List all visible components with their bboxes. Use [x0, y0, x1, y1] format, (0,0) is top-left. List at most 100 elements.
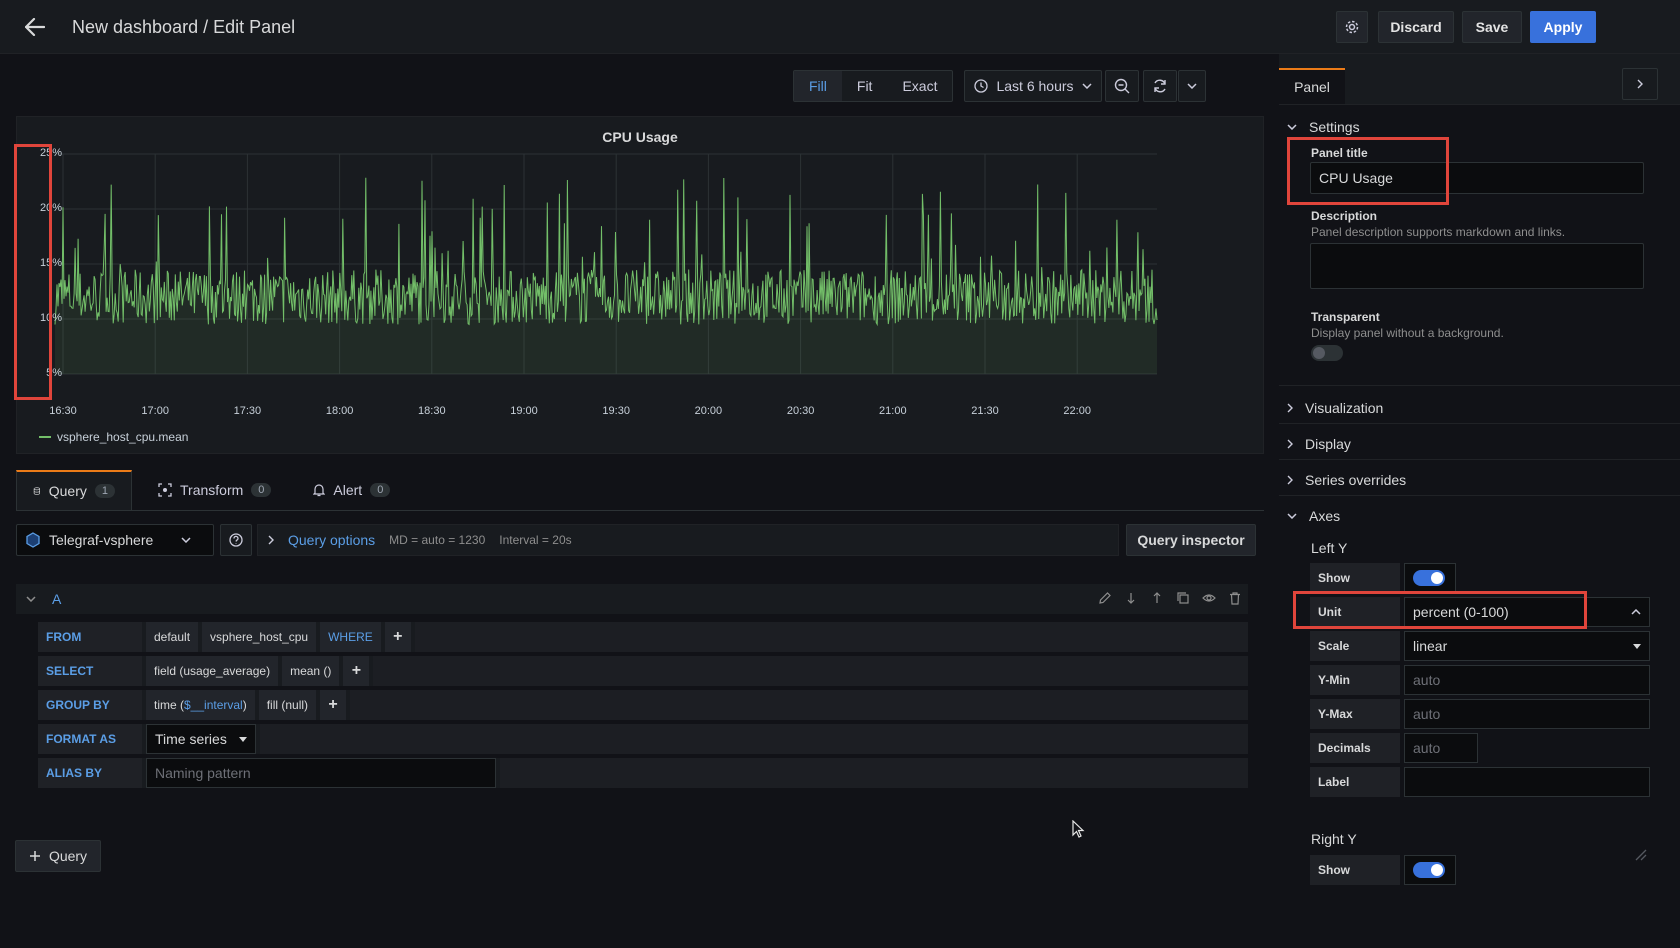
- chevron-up-icon: [1631, 609, 1641, 615]
- options-pane-body: Settings Panel title CPU Usage Descripti…: [1279, 104, 1680, 948]
- row-filler: [414, 622, 1248, 652]
- query-row-actions: [1098, 591, 1242, 605]
- section-divider: [1279, 385, 1680, 386]
- left-show-toggle[interactable]: [1413, 570, 1445, 586]
- toggle-knob: [1431, 572, 1443, 584]
- ymax-input[interactable]: auto: [1404, 699, 1650, 729]
- format-keyword: FORMAT AS: [38, 724, 142, 754]
- zoom-out-button[interactable]: [1105, 70, 1139, 102]
- caret-down-icon: [239, 736, 247, 742]
- toggle-knob: [1431, 864, 1443, 876]
- time-group-segment[interactable]: time ($__interval): [146, 690, 255, 720]
- add-groupby-button[interactable]: +: [320, 690, 347, 720]
- apply-button[interactable]: Apply: [1530, 11, 1596, 43]
- aggregation-segment[interactable]: mean (): [282, 656, 340, 686]
- edit-icon[interactable]: [1098, 591, 1112, 605]
- time-range-picker[interactable]: Last 6 hours: [964, 70, 1102, 102]
- query-inspector-button[interactable]: Query inspector: [1126, 524, 1256, 556]
- query-row-header[interactable]: A: [16, 584, 1248, 614]
- settings-section-header[interactable]: Settings: [1287, 119, 1360, 135]
- right-show-toggle[interactable]: [1413, 862, 1445, 878]
- add-query-button[interactable]: Query: [15, 840, 101, 872]
- chevron-right-icon: [1637, 79, 1643, 89]
- panel-settings-button[interactable]: [1336, 11, 1368, 43]
- field-segment[interactable]: field (usage_average): [146, 656, 279, 686]
- toggle-knob: [1313, 347, 1325, 359]
- alias-input[interactable]: [146, 758, 496, 788]
- move-down-icon[interactable]: [1124, 591, 1138, 605]
- scale-select[interactable]: linear: [1404, 631, 1650, 661]
- resize-handle-icon[interactable]: [1633, 847, 1647, 861]
- measurement-segment[interactable]: vsphere_host_cpu: [202, 622, 317, 652]
- display-section-header[interactable]: Display: [1287, 436, 1351, 452]
- x-tick-label: 18:30: [418, 405, 446, 417]
- row-filler: [500, 758, 1248, 788]
- x-tick-label: 21:00: [879, 405, 907, 417]
- save-button[interactable]: Save: [1462, 11, 1522, 43]
- format-select[interactable]: Time series: [146, 724, 256, 754]
- help-button[interactable]: [220, 524, 252, 556]
- where-keyword: WHERE: [320, 622, 381, 652]
- fit-mode-button[interactable]: Fit: [842, 71, 888, 101]
- add-select-button[interactable]: +: [343, 656, 370, 686]
- x-tick-label: 20:30: [786, 405, 815, 417]
- refresh-button[interactable]: [1143, 70, 1177, 102]
- caret-down-icon: [1633, 643, 1641, 649]
- visualization-section-header[interactable]: Visualization: [1287, 400, 1383, 416]
- tabs-divider: [16, 510, 1264, 511]
- x-tick-label: 21:30: [971, 405, 999, 417]
- select-keyword: SELECT: [38, 656, 142, 686]
- tab-panel[interactable]: Panel: [1279, 68, 1345, 104]
- axes-label: Axes: [1309, 508, 1341, 524]
- legend-item[interactable]: vsphere_host_cpu.mean: [39, 430, 188, 444]
- tab-query[interactable]: Query 1: [16, 470, 132, 510]
- visualization-label: Visualization: [1305, 400, 1384, 416]
- eye-icon[interactable]: [1202, 591, 1216, 605]
- clock-icon: [974, 79, 989, 93]
- datasource-picker[interactable]: Telegraf-vsphere: [16, 524, 214, 556]
- refresh-interval-dropdown[interactable]: [1178, 70, 1206, 102]
- axis-label-input[interactable]: [1404, 767, 1650, 797]
- collapse-options-button[interactable]: [1622, 68, 1658, 100]
- copy-icon[interactable]: [1176, 591, 1190, 605]
- move-up-icon[interactable]: [1150, 591, 1164, 605]
- add-where-button[interactable]: +: [384, 622, 411, 652]
- back-button[interactable]: [20, 12, 50, 42]
- format-value: Time series: [155, 731, 227, 747]
- discard-button[interactable]: Discard: [1378, 11, 1454, 43]
- series-overrides-label: Series overrides: [1305, 472, 1407, 488]
- x-tick-label: 17:30: [233, 405, 262, 417]
- axis-label-label: Label: [1310, 767, 1400, 797]
- max-data-points-text: MD = auto = 1230: [389, 533, 486, 547]
- retention-policy-segment[interactable]: default: [146, 622, 199, 652]
- series-overrides-section-header[interactable]: Series overrides: [1287, 472, 1406, 488]
- transparent-label: Transparent: [1311, 310, 1380, 324]
- chevron-down-icon: [26, 596, 36, 602]
- legend-swatch: [39, 436, 51, 438]
- ymin-input[interactable]: auto: [1404, 665, 1650, 695]
- time-group-prefix: time (: [154, 698, 184, 712]
- tab-transform[interactable]: Transform 0: [142, 470, 287, 510]
- description-help: Panel description supports markdown and …: [1311, 225, 1566, 239]
- decimals-input[interactable]: auto: [1404, 733, 1478, 763]
- transparent-toggle[interactable]: [1311, 345, 1343, 361]
- datasource-name: Telegraf-vsphere: [49, 532, 154, 548]
- trash-icon[interactable]: [1228, 591, 1242, 605]
- fill-mode-button[interactable]: Fill: [794, 71, 842, 101]
- row-filler: [373, 656, 1248, 686]
- exact-mode-button[interactable]: Exact: [887, 71, 952, 101]
- chevron-down-icon: [1287, 124, 1297, 130]
- query-options-bar[interactable]: Query options MD = auto = 1230 Interval …: [257, 524, 1119, 556]
- chevron-right-icon: [268, 535, 274, 545]
- query-options-label[interactable]: Query options: [288, 532, 375, 548]
- x-tick-label: 22:00: [1063, 405, 1091, 417]
- description-textarea[interactable]: [1310, 243, 1644, 289]
- chevron-down-icon: [1287, 513, 1297, 519]
- transform-icon: [158, 483, 172, 497]
- top-bar: New dashboard / Edit Panel Discard Save …: [0, 0, 1680, 54]
- tab-query-count: 1: [94, 484, 115, 498]
- fill-segment[interactable]: fill (null): [258, 690, 317, 720]
- tab-alert[interactable]: Alert 0: [297, 470, 406, 510]
- time-group-variable: $__interval: [184, 698, 243, 712]
- axes-section-header[interactable]: Axes: [1287, 508, 1340, 524]
